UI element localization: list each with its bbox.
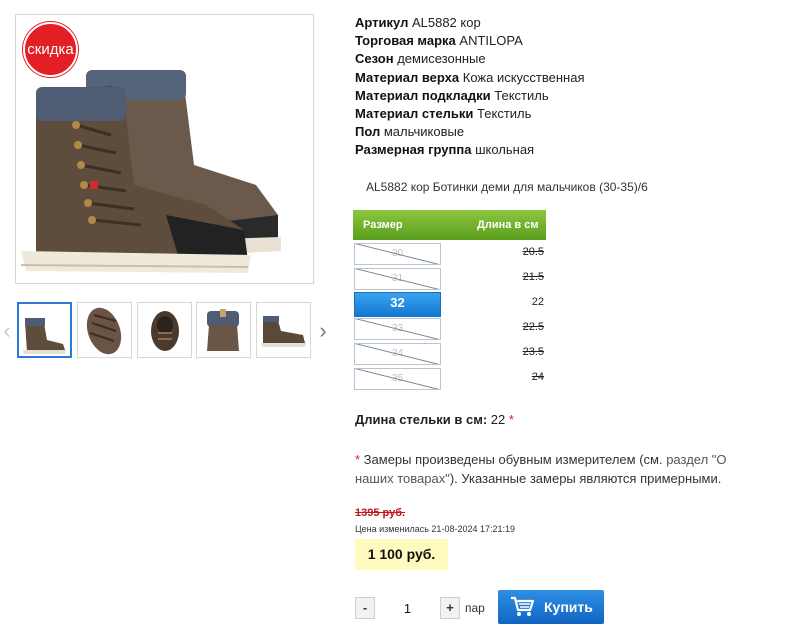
spec-row-size-group: Размерная группа школьная <box>355 141 584 159</box>
size-option-unavailable: 34 <box>354 343 441 365</box>
spec-key: Материал подкладки <box>355 87 491 103</box>
quantity-input[interactable] <box>385 597 430 619</box>
insole-length: Длина стельки в см: 22 * <box>355 412 514 427</box>
spec-row-insole-material: Материал стельки Текстиль <box>355 105 584 123</box>
product-title: AL5882 кор Ботинки деми для мальчиков (3… <box>366 180 648 194</box>
strike-line <box>355 269 440 289</box>
size-option-unavailable: 35 <box>354 368 441 390</box>
size-row: 33 22.5 <box>354 318 544 340</box>
quantity-decrease-button[interactable]: - <box>355 597 375 619</box>
product-specs: Артикул AL5882 кор Торговая марка ANTILO… <box>355 14 584 160</box>
strike-line <box>355 369 440 389</box>
sale-badge: скидка <box>23 22 78 77</box>
measurement-note: * Замеры произведены обувным измерителем… <box>355 450 765 488</box>
spec-value: Текстиль <box>494 87 549 103</box>
size-row: 35 24 <box>354 368 544 390</box>
thumbnail-1[interactable] <box>17 302 72 358</box>
spec-key: Материал стельки <box>355 105 474 121</box>
old-price: 1395 руб. <box>355 507 406 519</box>
spec-value: Текстиль <box>477 105 532 121</box>
profile-thumbnail-image <box>261 316 306 347</box>
required-star: * <box>508 412 514 427</box>
size-row: 31 21.5 <box>354 268 544 290</box>
size-length: 20.5 <box>522 246 544 258</box>
chevron-left-icon[interactable]: ‹ <box>0 320 14 342</box>
sole-thumbnail-image <box>86 307 122 355</box>
size-length: 22 <box>531 296 544 308</box>
buy-button[interactable]: Купить <box>498 590 604 624</box>
spec-value: Кожа искусственная <box>462 69 585 85</box>
spec-key: Пол <box>355 124 381 140</box>
top-thumbnail-image <box>151 311 179 351</box>
size-column-header: Размер <box>363 219 403 231</box>
length-column-header: Длина в см <box>477 219 539 231</box>
spec-row-gender: Пол мальчиковые <box>355 123 584 141</box>
size-row: 34 23.5 <box>354 343 544 365</box>
size-length: 23.5 <box>522 346 544 358</box>
insole-length-value: 22 <box>490 412 506 427</box>
size-length: 22.5 <box>522 321 544 333</box>
spec-row-lining-material: Материал подкладки Текстиль <box>355 87 584 105</box>
quantity-unit: пар <box>465 601 485 615</box>
size-option-selected[interactable]: 32 <box>354 292 441 317</box>
size-table-header: Размер Длина в см <box>353 210 546 240</box>
price-changed-date: Цена изменилась 21-08-2024 17:21:19 <box>355 524 516 534</box>
spec-row-season: Сезон демисезонные <box>355 50 584 68</box>
size-length: 21.5 <box>522 271 544 283</box>
spec-key: Торговая марка <box>355 33 456 49</box>
thumbnail-strip: ‹ › <box>0 302 335 360</box>
current-price: 1 100 руб. <box>355 539 448 570</box>
size-length: 24 <box>531 371 544 383</box>
note-text-after: ). Указанные замеры являются примерными. <box>449 471 722 486</box>
spec-value: мальчиковые <box>383 124 465 140</box>
thumbnail-5[interactable] <box>256 302 311 358</box>
spec-key: Артикул <box>355 15 409 30</box>
spec-key: Размерная группа <box>355 142 472 158</box>
thumbnail-2[interactable] <box>77 302 132 358</box>
strike-line <box>355 319 440 339</box>
strike-line <box>355 244 440 264</box>
size-row: 32 22 <box>354 292 544 317</box>
strike-line <box>355 344 440 364</box>
spec-value: ANTILOPA <box>459 33 523 49</box>
insole-length-label: Длина стельки в см: <box>355 412 488 427</box>
chevron-right-icon[interactable]: › <box>316 320 330 342</box>
cart-icon <box>511 596 534 616</box>
spec-value: демисезонные <box>397 51 486 67</box>
buy-button-label: Купить <box>544 599 593 615</box>
size-option-unavailable: 30 <box>354 243 441 265</box>
main-product-image[interactable]: скидка <box>15 14 314 284</box>
spec-value: AL5882 кор <box>411 15 481 30</box>
boots-thumbnail-image <box>23 318 66 354</box>
thumbnail-3[interactable] <box>137 302 192 358</box>
spec-row-article: Артикул AL5882 кор <box>355 14 584 32</box>
size-option-unavailable: 31 <box>354 268 441 290</box>
spec-key: Сезон <box>355 51 394 67</box>
back-thumbnail-image <box>207 309 239 351</box>
spec-value: школьная <box>475 142 535 158</box>
size-row: 30 20.5 <box>354 243 544 265</box>
spec-row-upper-material: Материал верха Кожа искусственная <box>355 69 584 87</box>
thumbnail-4[interactable] <box>196 302 251 358</box>
spec-key: Материал верха <box>355 69 460 85</box>
spec-row-brand: Торговая марка ANTILOPA <box>355 32 584 50</box>
quantity-increase-button[interactable]: + <box>440 597 460 619</box>
note-text-before: Замеры произведены обувным измерителем (… <box>360 452 667 467</box>
size-option-unavailable: 33 <box>354 318 441 340</box>
